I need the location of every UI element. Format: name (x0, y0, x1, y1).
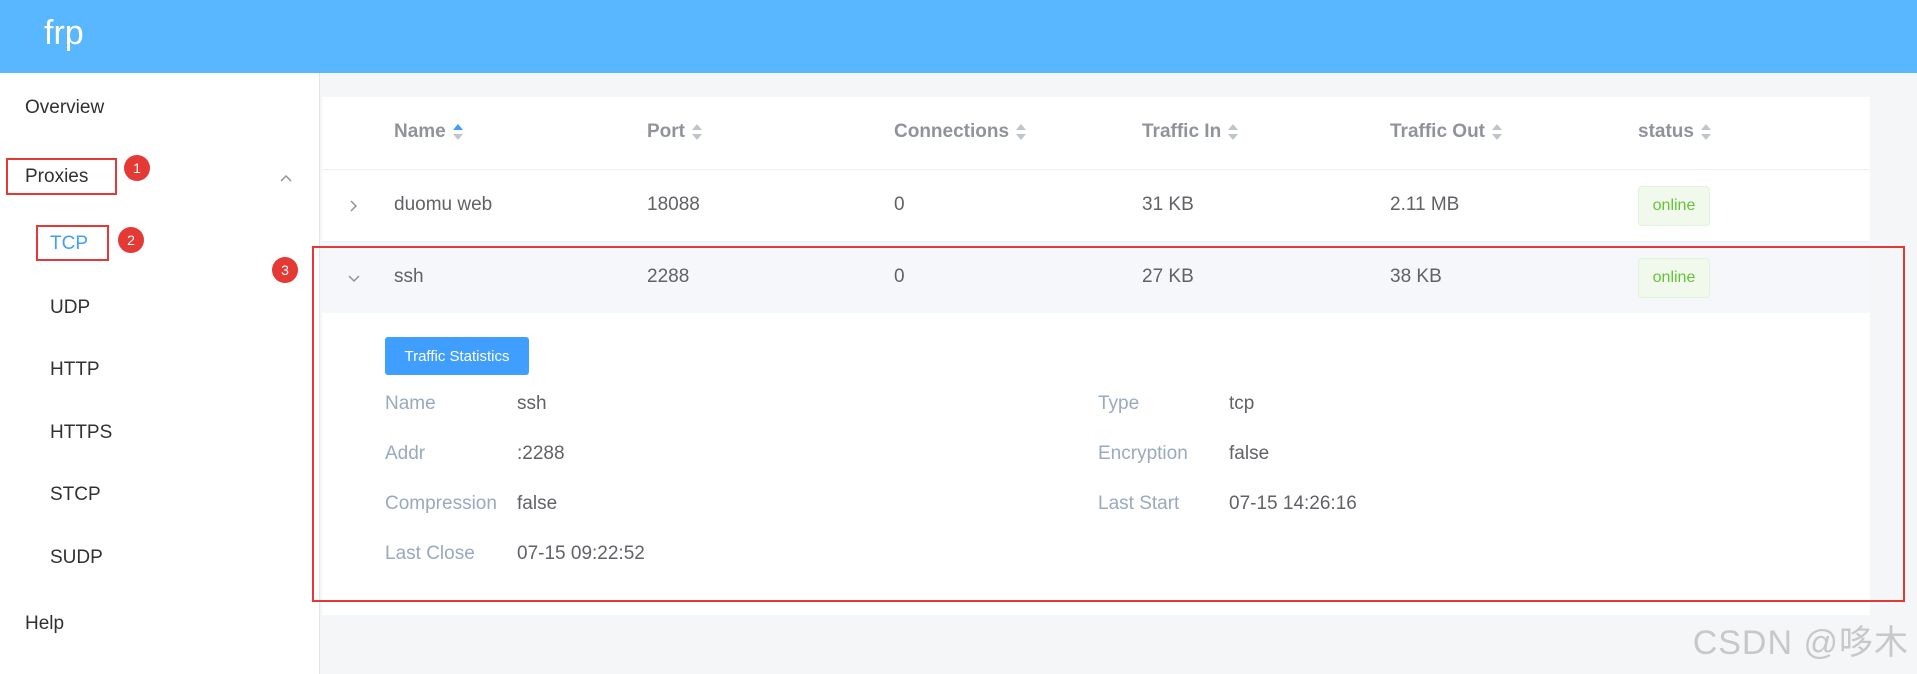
sidebar-item-overview[interactable]: Overview (25, 97, 104, 119)
app-logo: frp (44, 14, 84, 52)
annotation-badge: 1 (124, 155, 150, 181)
column-header-port[interactable]: Port (647, 121, 703, 143)
cell-traffic-in: 31 KB (1142, 194, 1194, 215)
sort-icon[interactable] (691, 123, 703, 141)
column-header-traffic-out[interactable]: Traffic Out (1390, 121, 1503, 143)
sidebar-item-stcp[interactable]: STCP (50, 484, 101, 506)
table-header: Name Port Connections Traffic In Traffic… (322, 97, 1870, 170)
sidebar-item-help[interactable]: Help (25, 613, 64, 635)
watermark: CSDN @哆木 (1692, 624, 1909, 662)
sidebar-item-udp[interactable]: UDP (50, 297, 90, 319)
sidebar-item-http[interactable]: HTTP (50, 359, 100, 381)
sort-icon[interactable] (1227, 123, 1239, 141)
annotation-box-proxies (6, 158, 117, 195)
sort-icon[interactable] (452, 123, 464, 141)
chevron-right-icon[interactable] (344, 196, 364, 216)
column-header-status[interactable]: status (1638, 121, 1712, 143)
sort-icon[interactable] (1700, 123, 1712, 141)
cell-name: duomu web (394, 194, 493, 215)
annotation-box-ssh-row (312, 246, 1905, 602)
cell-port: 18088 (647, 194, 700, 215)
sidebar-item-https[interactable]: HTTPS (50, 422, 112, 444)
chevron-up-icon[interactable] (280, 173, 292, 185)
sort-icon[interactable] (1015, 123, 1027, 141)
cell-traffic-out: 2.11 MB (1390, 194, 1460, 215)
cell-connections: 0 (894, 194, 905, 215)
annotation-badge: 3 (272, 257, 298, 283)
annotation-box-tcp (36, 225, 109, 261)
table-row[interactable]: duomu web 18088 0 31 KB 2.11 MB online (322, 170, 1870, 242)
column-header-name[interactable]: Name (394, 121, 464, 143)
annotation-badge: 2 (118, 227, 144, 253)
status-badge: online (1638, 186, 1710, 226)
sort-icon[interactable] (1491, 123, 1503, 141)
top-header: frp (0, 0, 1917, 73)
sidebar-item-sudp[interactable]: SUDP (50, 547, 103, 569)
column-header-connections[interactable]: Connections (894, 121, 1027, 143)
column-header-traffic-in[interactable]: Traffic In (1142, 121, 1239, 143)
